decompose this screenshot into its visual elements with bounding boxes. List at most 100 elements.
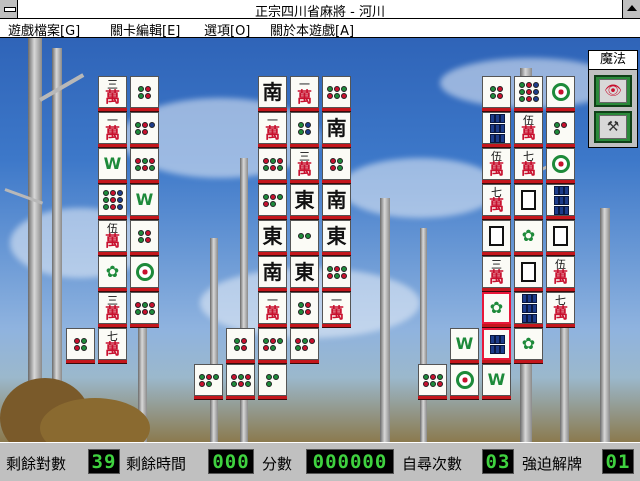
mahjong-tile[interactable]: 南 bbox=[322, 112, 351, 144]
mahjong-tile[interactable] bbox=[226, 328, 255, 360]
mahjong-tile[interactable]: 七萬 bbox=[98, 328, 127, 360]
mahjong-tile[interactable] bbox=[290, 328, 319, 360]
mahjong-tile[interactable] bbox=[290, 220, 319, 252]
mahjong-tile[interactable] bbox=[194, 364, 223, 396]
menu-bar: 遊戲檔案[G] 關卡編輯[E] 選項[O] 關於本遊戲[A] bbox=[0, 19, 640, 39]
dead-tree bbox=[240, 158, 248, 442]
mahjong-tile[interactable]: 伍萬 bbox=[98, 220, 127, 252]
mahjong-tile[interactable] bbox=[482, 220, 511, 252]
mahjong-tile[interactable] bbox=[322, 76, 351, 108]
mahjong-tile[interactable] bbox=[482, 112, 511, 144]
time-remaining-value: 000 bbox=[208, 449, 254, 474]
magic-title: 魔法 bbox=[589, 51, 637, 70]
menu-options[interactable]: 選項[O] bbox=[204, 20, 250, 39]
mahjong-tile[interactable] bbox=[66, 328, 95, 360]
mahjong-tile[interactable] bbox=[418, 364, 447, 396]
mahjong-tile[interactable] bbox=[98, 184, 127, 216]
mahjong-tile[interactable] bbox=[514, 292, 543, 324]
mahjong-tile[interactable] bbox=[450, 364, 479, 396]
mahjong-tile[interactable]: 東 bbox=[290, 184, 319, 216]
mahjong-tile[interactable] bbox=[546, 112, 575, 144]
mahjong-tile[interactable]: W bbox=[482, 364, 511, 396]
mahjong-tile[interactable] bbox=[258, 148, 287, 180]
mahjong-tile[interactable]: 七萬 bbox=[514, 148, 543, 180]
mahjong-tile[interactable]: ✿ bbox=[482, 292, 511, 324]
mahjong-tile[interactable]: 一萬 bbox=[258, 112, 287, 144]
mahjong-tile[interactable] bbox=[546, 184, 575, 216]
mahjong-tile[interactable] bbox=[482, 328, 511, 360]
mahjong-tile[interactable] bbox=[130, 292, 159, 324]
mahjong-tile[interactable]: 伍萬 bbox=[546, 256, 575, 288]
mahjong-tile[interactable]: 七萬 bbox=[546, 292, 575, 324]
mahjong-tile[interactable] bbox=[258, 364, 287, 396]
mahjong-tile[interactable] bbox=[130, 256, 159, 288]
game-board bbox=[0, 38, 640, 442]
mahjong-tile[interactable] bbox=[322, 148, 351, 180]
force-shuffle-label: 強迫解牌 bbox=[522, 455, 583, 473]
mahjong-tile[interactable]: ✿ bbox=[98, 256, 127, 288]
hammer-icon: ⚒ bbox=[606, 119, 620, 135]
pairs-remaining-value: 39 bbox=[88, 449, 120, 474]
time-remaining-label: 剩餘時間 bbox=[126, 455, 187, 473]
mahjong-tile[interactable]: 一萬 bbox=[322, 292, 351, 324]
maximize-button[interactable] bbox=[622, 0, 640, 18]
mahjong-tile[interactable] bbox=[258, 328, 287, 360]
mahjong-tile[interactable] bbox=[130, 148, 159, 180]
mahjong-tile[interactable]: 南 bbox=[258, 76, 287, 108]
mahjong-tile[interactable] bbox=[546, 76, 575, 108]
mahjong-tile[interactable] bbox=[514, 76, 543, 108]
mahjong-tile[interactable] bbox=[514, 256, 543, 288]
hint-count-value: 03 bbox=[482, 449, 514, 474]
mahjong-tile[interactable] bbox=[130, 112, 159, 144]
score-label: 分數 bbox=[262, 455, 293, 473]
mahjong-tile[interactable]: ✿ bbox=[514, 328, 543, 360]
menu-about[interactable]: 關於本遊戲[A] bbox=[270, 20, 354, 39]
mahjong-tile[interactable]: 一萬 bbox=[98, 112, 127, 144]
mahjong-tile[interactable]: 一萬 bbox=[290, 76, 319, 108]
mahjong-tile[interactable]: 伍萬 bbox=[514, 112, 543, 144]
hammer-magic-button[interactable]: ⚒ bbox=[594, 111, 632, 143]
mahjong-tile[interactable] bbox=[546, 220, 575, 252]
mahjong-tile[interactable]: 一萬 bbox=[258, 292, 287, 324]
mahjong-tile[interactable] bbox=[322, 256, 351, 288]
score-value: 000000 bbox=[306, 449, 394, 474]
mahjong-tile[interactable]: W bbox=[98, 148, 127, 180]
force-shuffle-value: 01 bbox=[602, 449, 634, 474]
cloud bbox=[340, 158, 500, 218]
system-menu-button[interactable] bbox=[0, 0, 18, 18]
mahjong-tile[interactable]: 東 bbox=[322, 220, 351, 252]
mahjong-tile[interactable]: W bbox=[130, 184, 159, 216]
mahjong-tile[interactable] bbox=[514, 184, 543, 216]
mahjong-tile[interactable] bbox=[290, 292, 319, 324]
mahjong-tile[interactable]: 三萬 bbox=[98, 76, 127, 108]
mahjong-tile[interactable] bbox=[258, 184, 287, 216]
mahjong-tile[interactable] bbox=[482, 76, 511, 108]
magic-panel: 魔法 👁 ⚒ bbox=[588, 50, 638, 148]
mahjong-tile[interactable]: 東 bbox=[258, 220, 287, 252]
mahjong-tile[interactable]: 七萬 bbox=[482, 184, 511, 216]
mahjong-tile[interactable] bbox=[226, 364, 255, 396]
menu-game-file[interactable]: 遊戲檔案[G] bbox=[8, 20, 80, 39]
mahjong-tile[interactable]: 伍萬 bbox=[482, 148, 511, 180]
hint-count-label: 自尋次數 bbox=[402, 455, 463, 473]
dead-tree bbox=[380, 198, 390, 442]
mahjong-tile[interactable]: 東 bbox=[290, 256, 319, 288]
mahjong-tile[interactable]: 南 bbox=[258, 256, 287, 288]
mahjong-tile[interactable]: ✿ bbox=[514, 220, 543, 252]
mahjong-tile[interactable]: 南 bbox=[322, 184, 351, 216]
eye-icon: 👁 bbox=[604, 83, 622, 99]
window-title: 正宗四川省麻將 - 河川 bbox=[255, 5, 385, 20]
mahjong-tile[interactable]: 三萬 bbox=[290, 148, 319, 180]
reveal-magic-button[interactable]: 👁 bbox=[594, 75, 632, 107]
title-bar: 正宗四川省麻將 - 河川 bbox=[0, 0, 640, 20]
mahjong-tile[interactable] bbox=[546, 148, 575, 180]
pairs-remaining-label: 剩餘對數 bbox=[6, 455, 67, 473]
menu-level-editor[interactable]: 關卡編輯[E] bbox=[110, 20, 180, 39]
mahjong-tile[interactable]: W bbox=[450, 328, 479, 360]
mahjong-tile[interactable]: 三萬 bbox=[482, 256, 511, 288]
status-bar: 剩餘對數 39 剩餘時間 000 分數 000000 自尋次數 03 強迫解牌 … bbox=[0, 442, 640, 481]
mahjong-tile[interactable]: 三萬 bbox=[98, 292, 127, 324]
mahjong-tile[interactable] bbox=[130, 220, 159, 252]
mahjong-tile[interactable] bbox=[130, 76, 159, 108]
mahjong-tile[interactable] bbox=[290, 112, 319, 144]
